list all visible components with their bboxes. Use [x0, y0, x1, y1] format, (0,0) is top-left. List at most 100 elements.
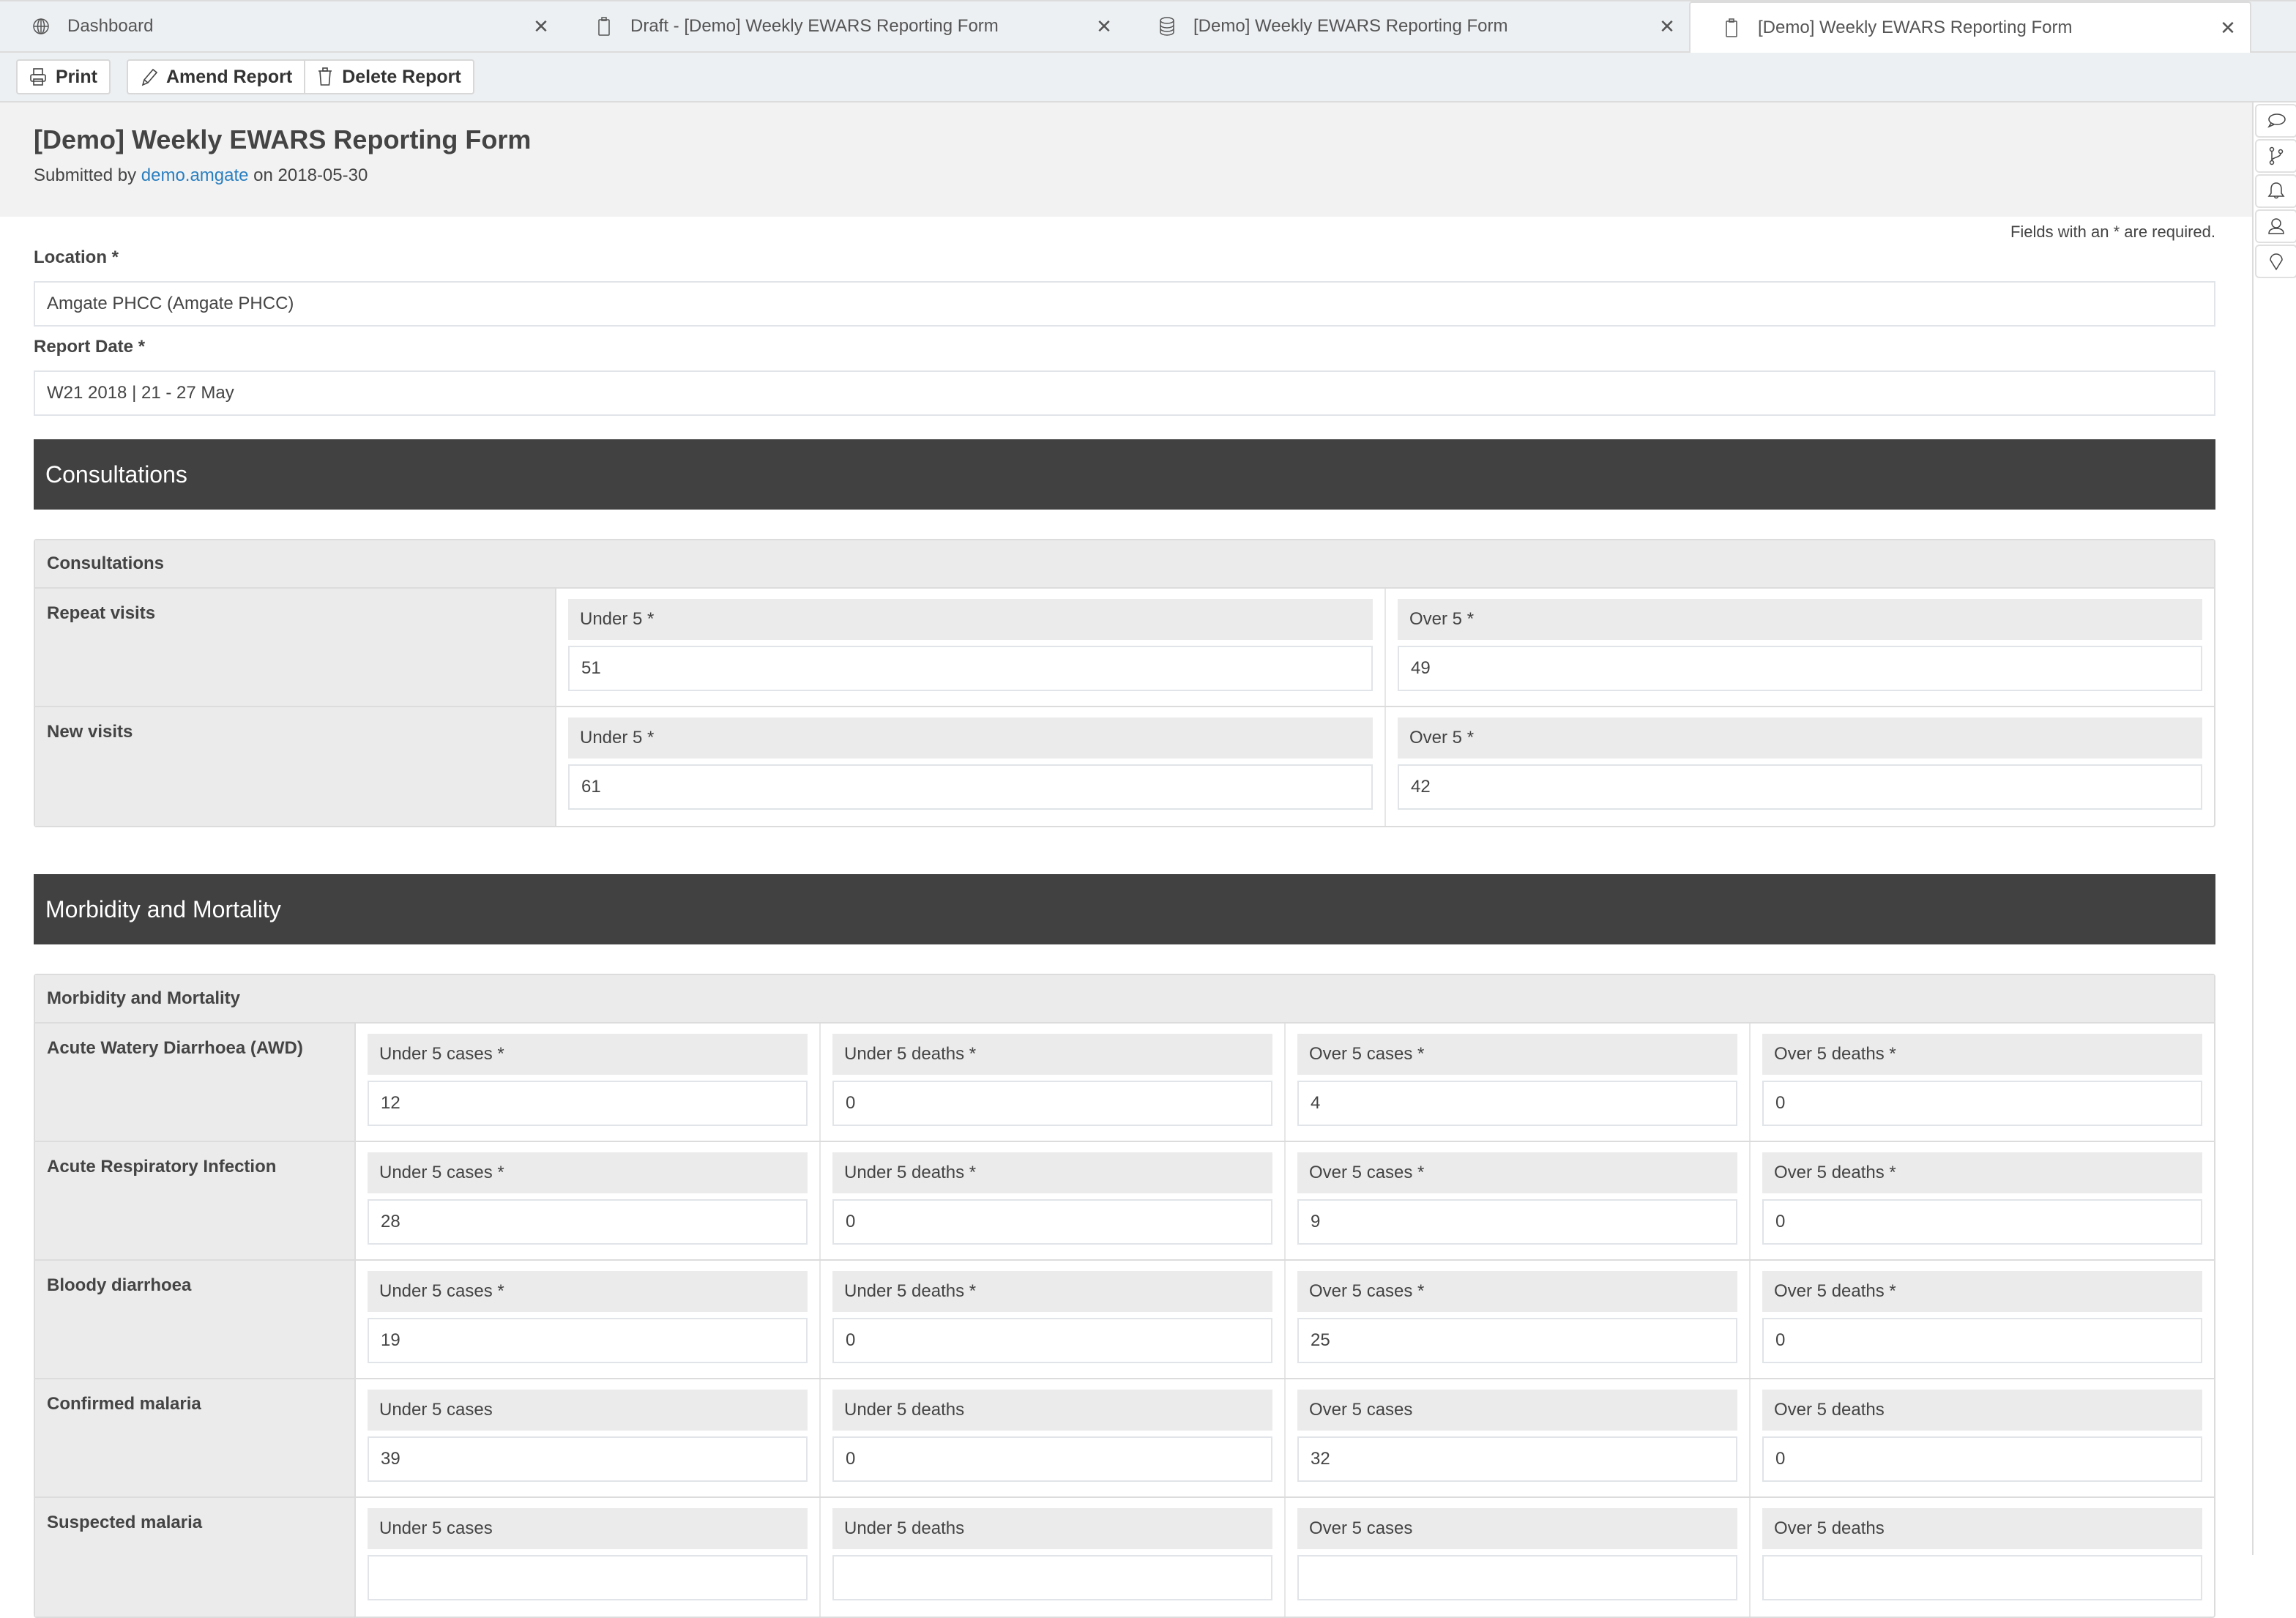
tab-dashboard[interactable]: Dashboard ✕	[0, 1, 563, 51]
field-cell: Under 5 * 61	[556, 707, 1384, 826]
field-input[interactable]: 0	[832, 1436, 1272, 1482]
field-label: Under 5 deaths	[832, 1508, 1272, 1549]
field-label: Over 5 cases *	[1297, 1271, 1737, 1312]
field-input[interactable]: 25	[1297, 1318, 1737, 1363]
field-label: Over 5 deaths *	[1762, 1034, 2202, 1075]
close-icon[interactable]: ✕	[526, 15, 556, 38]
field-label: Over 5 *	[1398, 717, 2202, 758]
field-input[interactable]: 0	[832, 1199, 1272, 1245]
user-button[interactable]	[2255, 209, 2296, 243]
field-label: Under 5 deaths *	[832, 1152, 1272, 1193]
field-input[interactable]: 0	[832, 1081, 1272, 1126]
tab-form-data[interactable]: [Demo] Weekly EWARS Reporting Form ✕	[1126, 1, 1689, 51]
submitted-user-link[interactable]: demo.amgate	[141, 165, 249, 185]
field-label: Over 5 deaths	[1762, 1508, 2202, 1549]
field-input[interactable]: 0	[1762, 1199, 2202, 1245]
field-label: Under 5 deaths *	[832, 1271, 1272, 1312]
field-cell: Under 5 deaths * 0	[819, 1261, 1284, 1378]
field-input[interactable]: 0	[1762, 1318, 2202, 1363]
row-label: Acute Watery Diarrhoea (AWD)	[35, 1024, 356, 1141]
table-row: Acute Respiratory Infection Under 5 cases…	[35, 1142, 2214, 1261]
field-input[interactable]: 61	[568, 764, 1373, 810]
field-label: Over 5 cases *	[1297, 1152, 1737, 1193]
field-input[interactable]: 4	[1297, 1081, 1737, 1126]
pencil-icon	[141, 68, 157, 86]
field-cell: Over 5 cases * 25	[1284, 1261, 1749, 1378]
field-input[interactable]: 42	[1398, 764, 2202, 810]
field-input[interactable]	[1297, 1555, 1737, 1600]
table-row: Bloody diarrhoea Under 5 cases * 19 Under 5…	[35, 1261, 2214, 1379]
report-date-label: Report Date *	[34, 337, 146, 357]
location-field[interactable]: Amgate PHCC (Amgate PHCC)	[34, 281, 2215, 327]
panel-title: Consultations	[35, 540, 2214, 589]
location-button[interactable]	[2255, 245, 2296, 278]
field-input[interactable]: 39	[368, 1436, 808, 1482]
tab-bar: Dashboard ✕ Draft - [Demo] Weekly EWARS …	[0, 0, 2296, 53]
field-input[interactable]: 32	[1297, 1436, 1737, 1482]
field-cell: Over 5 deaths * 0	[1749, 1024, 2214, 1141]
printer-icon	[30, 68, 46, 86]
field-label: Over 5 deaths *	[1762, 1152, 2202, 1193]
field-label: Under 5 deaths	[832, 1390, 1272, 1431]
field-label: Under 5 cases *	[368, 1034, 808, 1075]
field-input[interactable]: 9	[1297, 1199, 1737, 1245]
close-icon[interactable]: ✕	[2213, 17, 2243, 40]
field-label: Under 5 cases	[368, 1390, 808, 1431]
alerts-button[interactable]	[2255, 174, 2296, 208]
clipboard-icon	[595, 17, 613, 36]
tab-label: Draft - [Demo] Weekly EWARS Reporting Fo…	[630, 16, 999, 36]
field-input[interactable]	[832, 1555, 1272, 1600]
field-cell: Over 5 * 42	[1384, 707, 2214, 826]
field-input[interactable]: 0	[1762, 1436, 2202, 1482]
tab-label: [Demo] Weekly EWARS Reporting Form	[1758, 18, 2073, 37]
field-input[interactable]: 0	[1762, 1081, 2202, 1126]
field-input[interactable]: 0	[832, 1318, 1272, 1363]
table-row: Suspected malaria Under 5 cases Under 5 de…	[35, 1498, 2214, 1617]
comments-button[interactable]	[2255, 104, 2296, 138]
table-row: Acute Watery Diarrhoea (AWD) Under 5 case…	[35, 1024, 2214, 1142]
submitted-suffix: on 2018-05-30	[248, 165, 368, 185]
toolbar: Print Amend Report Delete Report	[0, 53, 2296, 102]
branch-icon	[2269, 146, 2284, 165]
close-icon[interactable]: ✕	[1089, 15, 1119, 38]
field-cell: Under 5 cases	[356, 1498, 819, 1617]
table-row: Confirmed malaria Under 5 cases 39 Under 5 …	[35, 1379, 2214, 1498]
field-cell: Over 5 * 49	[1384, 589, 2214, 706]
tab-draft-form[interactable]: Draft - [Demo] Weekly EWARS Reporting Fo…	[563, 1, 1126, 51]
field-label: Under 5 cases *	[368, 1152, 808, 1193]
amend-label: Amend Report	[165, 66, 293, 87]
report-date-field[interactable]: W21 2018 | 21 - 27 May	[34, 370, 2215, 416]
globe-icon	[32, 18, 50, 35]
field-input[interactable]: 12	[368, 1081, 808, 1126]
field-cell: Under 5 cases * 28	[356, 1142, 819, 1259]
table-row: Repeat visits Under 5 * 51 Over 5 * 49	[35, 589, 2214, 707]
field-label: Under 5 *	[568, 717, 1373, 758]
page-title: [Demo] Weekly EWARS Reporting Form	[34, 124, 532, 154]
print-button[interactable]: Print	[18, 61, 109, 93]
delete-report-button[interactable]: Delete Report	[304, 61, 473, 93]
location-label: Location *	[34, 247, 119, 267]
field-input[interactable]	[368, 1555, 808, 1600]
workflow-button[interactable]	[2255, 139, 2296, 173]
close-icon[interactable]: ✕	[1652, 15, 1682, 38]
morbidity-rows: Acute Watery Diarrhoea (AWD) Under 5 case…	[35, 1024, 2214, 1617]
tab-form-active[interactable]: [Demo] Weekly EWARS Reporting Form ✕	[1689, 1, 2251, 53]
field-input[interactable]: 19	[368, 1318, 808, 1363]
print-label: Print	[56, 66, 97, 87]
report-header: [Demo] Weekly EWARS Reporting Form Submi…	[0, 102, 2252, 217]
field-input[interactable]: 28	[368, 1199, 808, 1245]
field-cell: Over 5 deaths	[1749, 1498, 2214, 1617]
field-input[interactable]	[1762, 1555, 2202, 1600]
field-input[interactable]: 49	[1398, 646, 2202, 691]
amend-report-button[interactable]: Amend Report	[128, 61, 304, 93]
field-cell: Under 5 cases 39	[356, 1379, 819, 1496]
field-label: Over 5 cases	[1297, 1508, 1737, 1549]
submitted-prefix: Submitted by	[34, 165, 141, 185]
field-input[interactable]: 51	[568, 646, 1373, 691]
field-cell: Under 5 deaths 0	[819, 1379, 1284, 1496]
field-cell: Over 5 deaths * 0	[1749, 1261, 2214, 1378]
field-cell: Under 5 cases * 19	[356, 1261, 819, 1378]
field-cell: Under 5 deaths * 0	[819, 1142, 1284, 1259]
database-icon	[1158, 17, 1176, 36]
field-cell: Under 5 cases * 12	[356, 1024, 819, 1141]
